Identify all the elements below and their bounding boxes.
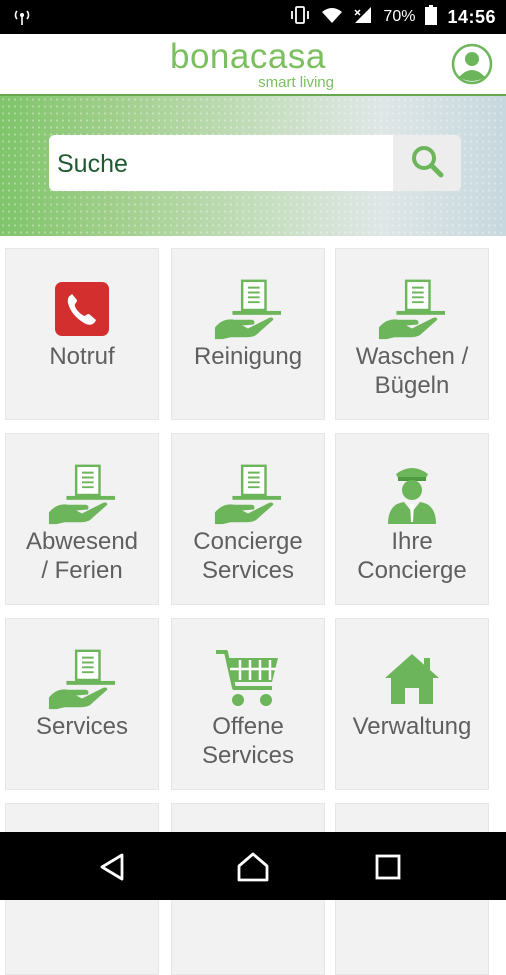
app-header: bonacasa smart living xyxy=(0,34,506,96)
shopping-cart-icon xyxy=(213,649,283,709)
tile-label: Notruf xyxy=(49,343,115,370)
tile-label-line2: / Ferien xyxy=(41,557,123,584)
tile-label-line1: Waschen / xyxy=(355,343,469,370)
radio-signal-icon xyxy=(12,8,32,31)
profile-icon[interactable] xyxy=(451,43,493,85)
status-bar: 70% 14:56 xyxy=(0,0,506,34)
hand-document-icon xyxy=(377,279,447,340)
brand-name: bonacasa xyxy=(170,37,326,76)
search-button[interactable] xyxy=(393,135,461,191)
search-bar xyxy=(49,135,461,191)
home-circle-icon[interactable] xyxy=(235,850,275,884)
tile-label: Verwaltung xyxy=(352,713,472,740)
tile-ihre-concierge[interactable]: Ihre Concierge xyxy=(335,433,489,605)
tile-abwesend-ferien[interactable]: Abwesend / Ferien xyxy=(5,433,159,605)
hand-document-icon xyxy=(47,649,117,710)
service-grid: Notruf Reinigung Waschen / Bügeln Abwese… xyxy=(0,238,506,975)
tile-label-line2: Concierge xyxy=(357,557,467,584)
phone-icon xyxy=(47,279,117,339)
hand-document-icon xyxy=(47,464,117,525)
brand-logo[interactable]: bonacasa smart living xyxy=(170,37,340,91)
cell-signal-icon xyxy=(353,6,373,29)
tile-reinigung[interactable]: Reinigung xyxy=(171,248,325,420)
hand-document-icon xyxy=(213,279,283,340)
tile-label: Services xyxy=(35,713,129,740)
recents-square-icon[interactable] xyxy=(373,850,413,884)
tile-label-line1: Offene xyxy=(212,713,284,740)
system-nav-bar xyxy=(0,832,506,900)
tile-notruf[interactable]: Notruf xyxy=(5,248,159,420)
battery-icon xyxy=(425,4,438,30)
hand-document-icon xyxy=(213,464,283,525)
tile-waschen-buegeln[interactable]: Waschen / Bügeln xyxy=(335,248,489,420)
back-triangle-icon[interactable] xyxy=(96,850,136,884)
concierge-icon xyxy=(377,464,447,524)
tile-label-line1: Abwesend xyxy=(25,528,139,555)
tile-services[interactable]: Services xyxy=(5,618,159,790)
clock: 14:56 xyxy=(447,6,496,27)
tile-label-line2: Services xyxy=(201,557,295,584)
home-icon xyxy=(377,649,447,709)
brand-tagline: smart living xyxy=(258,74,334,91)
tile-offene-services[interactable]: Offene Services xyxy=(171,618,325,790)
vibrate-icon xyxy=(289,5,311,30)
tile-label-line1: Concierge xyxy=(193,528,303,555)
tile-verwaltung[interactable]: Verwaltung xyxy=(335,618,489,790)
search-icon xyxy=(409,143,445,184)
battery-percent: 70% xyxy=(383,8,416,25)
tile-label-line2: Bügeln xyxy=(374,372,450,399)
tile-label-line2: Services xyxy=(201,742,295,769)
tile-label: Reinigung xyxy=(193,343,303,370)
tile-label-line1: Ihre xyxy=(391,528,433,555)
tile-concierge-services[interactable]: Concierge Services xyxy=(171,433,325,605)
wifi-icon xyxy=(321,6,343,29)
search-input[interactable] xyxy=(49,135,403,191)
